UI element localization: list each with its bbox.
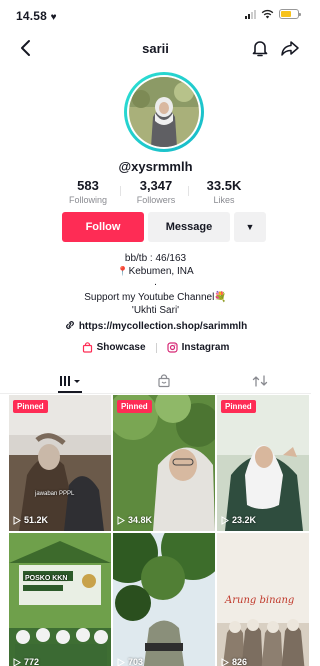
video-image [113, 395, 215, 531]
bio-line: . [154, 277, 157, 288]
play-icon [13, 515, 21, 525]
bio-line: 'Ukhti Sari' [131, 305, 180, 316]
divider [188, 186, 189, 196]
bell-icon[interactable] [249, 36, 271, 60]
content-tabs [0, 368, 311, 394]
stat-following[interactable]: 583 Following [58, 178, 121, 210]
pinned-badge: Pinned [117, 400, 152, 413]
pinned-badge: Pinned [221, 400, 256, 413]
wifi-icon [261, 9, 274, 19]
view-count: 23.2K [221, 515, 256, 525]
showcase-link[interactable]: Showcase [82, 342, 146, 353]
video-thumbnail[interactable]: POSKO KKN 772 [9, 533, 111, 666]
avatar-photo [129, 77, 199, 147]
top-nav: sarii [0, 34, 311, 64]
tab-reposts[interactable] [208, 370, 311, 392]
video-caption: Arung binang [225, 595, 295, 606]
stat-label: Followers [136, 195, 176, 205]
stat-label: Following [68, 195, 108, 205]
status-time: 14.58 ♥ [16, 9, 57, 23]
divider [155, 342, 157, 353]
view-count: 826 [221, 657, 247, 666]
stat-value: 3,347 [139, 178, 173, 193]
share-icon[interactable] [279, 36, 301, 60]
bio-line: bb/tb : 46/163 [124, 253, 187, 264]
view-count: 34.8K [117, 515, 152, 525]
shopping-bag-icon [82, 342, 92, 353]
more-options-button[interactable]: ▼ [234, 212, 266, 242]
instagram-link[interactable]: Instagram [166, 342, 229, 353]
video-thumbnail[interactable]: 703 [113, 533, 215, 666]
video-image [9, 533, 111, 666]
stat-likes[interactable]: 33.5K Likes [194, 178, 254, 210]
view-count: 772 [13, 657, 39, 666]
profile-stats: 583 Following 3,347 Followers 33.5K Like… [58, 178, 254, 210]
instagram-icon [166, 342, 178, 353]
stat-label: Likes [213, 195, 235, 205]
video-thumbnail[interactable]: Pinned 23.2K [217, 395, 309, 531]
video-caption: POSKO KKN [25, 575, 68, 582]
follow-button[interactable]: Follow [62, 212, 144, 242]
grid-icon [59, 376, 80, 386]
bio-line: Support my Youtube Channel💐 [84, 292, 227, 303]
tab-videos[interactable] [18, 370, 121, 393]
stat-value: 33.5K [206, 178, 242, 193]
view-count: 703 [117, 657, 143, 666]
play-icon [13, 657, 21, 666]
video-image [113, 533, 215, 666]
location-pin-icon: 📍 [117, 266, 129, 276]
tab-shop[interactable] [112, 370, 215, 392]
video-caption: jawaban PPPL [35, 491, 75, 497]
video-thumbnail[interactable]: Pinned 34.8K [113, 395, 215, 531]
play-icon [221, 515, 229, 525]
battery-icon [279, 9, 301, 19]
bio-link[interactable]: https://mycollection.shop/sarimmlh [0, 320, 311, 332]
status-icons [245, 9, 301, 19]
divider [120, 186, 121, 196]
video-thumbnail[interactable]: Arung binang 826 [217, 533, 309, 666]
play-icon [117, 657, 125, 666]
link-icon [65, 321, 74, 329]
active-tab-indicator [58, 391, 82, 393]
view-count: 51.2K [13, 515, 48, 525]
bio: bb/tb : 46/163 📍Kebumen, INA . Support m… [0, 252, 311, 317]
status-bar: 14.58 ♥ [0, 0, 311, 30]
play-icon [117, 515, 125, 525]
shopping-bag-icon [157, 374, 170, 388]
video-thumbnail[interactable]: jawaban PPPL Pinned 51.2K [9, 395, 111, 531]
avatar[interactable] [124, 72, 204, 152]
message-button[interactable]: Message [148, 212, 230, 242]
username: @xysrmmlh [118, 159, 193, 174]
signal-icon [245, 9, 256, 19]
stat-followers[interactable]: 3,347 Followers [126, 178, 189, 210]
stat-value: 583 [77, 178, 99, 193]
back-arrow-icon[interactable] [16, 36, 36, 60]
profile-actions: Follow Message ▼ [62, 212, 266, 242]
repost-icon [252, 375, 267, 387]
video-image [217, 395, 309, 531]
video-grid: jawaban PPPL Pinned 51.2K Pinned 34.8K P… [9, 395, 311, 666]
play-icon [221, 657, 229, 666]
video-image [9, 395, 111, 531]
profile-sub-links: Showcase Instagram [0, 342, 311, 353]
pinned-badge: Pinned [13, 400, 48, 413]
